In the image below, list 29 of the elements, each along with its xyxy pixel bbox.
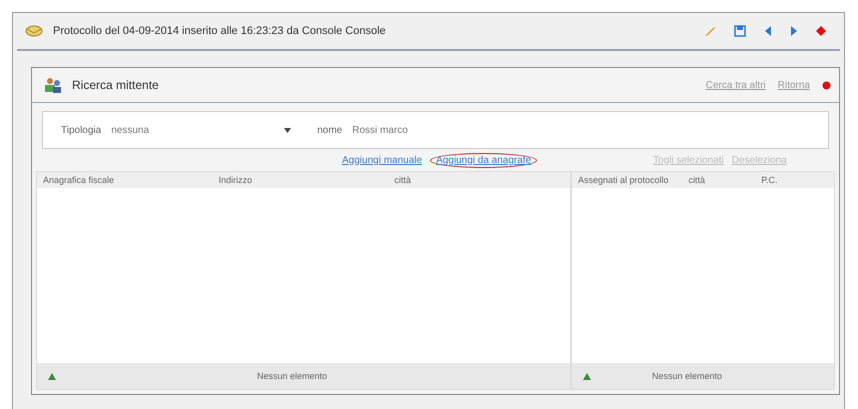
- dropdown-field[interactable]: nessuna: [111, 124, 300, 136]
- refresh-icon[interactable]: [582, 372, 592, 380]
- envelope-icon: [25, 25, 43, 37]
- empty-message: Nessun elemento: [257, 371, 328, 381]
- save-icon[interactable]: [734, 25, 746, 37]
- column-header: P.C.: [761, 175, 779, 185]
- column-header: città: [688, 175, 706, 185]
- pencil-icon[interactable]: [704, 25, 716, 37]
- text-field[interactable]: Rossi marco: [352, 124, 408, 136]
- dropdown-arrow-icon[interactable]: [284, 128, 292, 132]
- field-label: nome: [317, 124, 342, 136]
- close-icon[interactable]: [822, 80, 831, 90]
- column-header: città: [394, 175, 412, 185]
- empty-message: Nessun elemento: [652, 371, 722, 381]
- column-header: Anagrafica fiscale: [43, 175, 116, 185]
- close-icon[interactable]: [816, 26, 826, 36]
- protocol-title: Protocollo del 04-09-2014 inserito alle 16:23:23 da Console Console: [53, 25, 386, 37]
- forward-icon[interactable]: [790, 25, 798, 37]
- dialog-title: Ricerca mittente: [72, 78, 159, 92]
- column-header: Assegnati al protocollo: [578, 175, 670, 185]
- action-link[interactable]: Aggiungi da anagrafe: [436, 154, 532, 166]
- people-icon: [44, 77, 62, 93]
- back-icon[interactable]: [764, 25, 772, 37]
- header-link[interactable]: Cerca tra altri: [706, 80, 766, 90]
- column-header: Indirizzo: [218, 175, 254, 185]
- refresh-icon[interactable]: [47, 372, 57, 380]
- action-link[interactable]: Aggiungi manuale: [342, 154, 422, 166]
- field-label: Tipologia: [61, 124, 102, 136]
- header-link[interactable]: Ritorna: [778, 80, 810, 90]
